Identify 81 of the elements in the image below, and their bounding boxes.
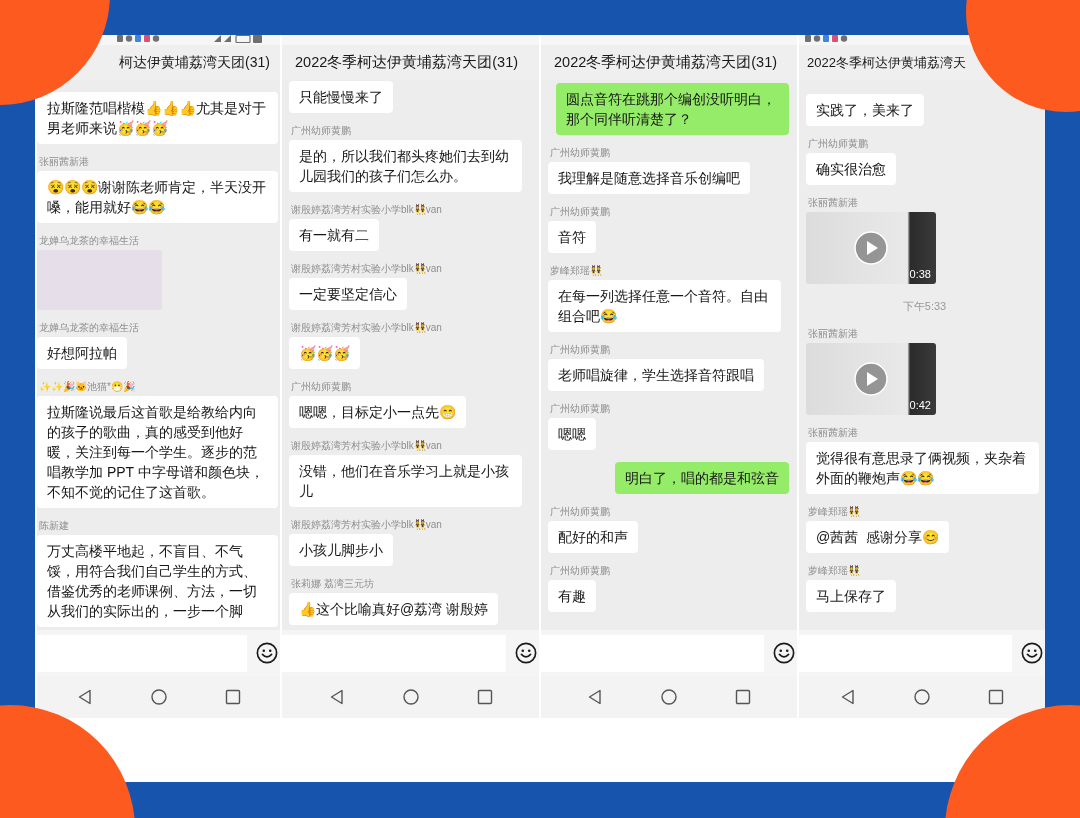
video-thumbnail[interactable]: 0:42 [806,343,936,415]
sender-name: 龙婵乌龙茶的幸福生活 [39,322,139,334]
timestamp: 下午5:33 [902,298,947,314]
message-bubble: 没错，他们在音乐学习上就是小孩儿 [289,455,522,507]
chat-title: 2022冬季柯达伊黄埔荔湾天 [807,53,966,72]
message-bubble: 一定要坚定信心 [289,278,407,310]
sender-name: 张丽茜新港 [808,328,858,340]
recents-icon[interactable] [476,689,493,705]
sender-name: ✨✨🎉🐱池猫*😷🎉 [39,381,135,393]
sent-message-bubble: 明白了，唱的都是和弦音 [615,462,789,494]
message-bubble: 嗯嗯，目标定小一点先😁 [289,396,466,428]
home-icon[interactable] [150,689,167,705]
message-bubble: 确实很治愈 [806,153,896,185]
recents-icon[interactable] [224,689,241,705]
sender-name: 龙婵乌龙茶的幸福生活 [39,235,139,247]
sender-name: 广州幼师黄鹏 [550,206,610,218]
message-bubble: 有趣 [548,580,596,612]
message-bubble: 好想阿拉帕 [37,337,127,369]
home-icon[interactable] [661,689,677,705]
sender-name: 萝峰郑瑶👯 [808,565,860,577]
message-bubble: 嗯嗯 [548,418,596,450]
sender-name: 萝峰郑瑶👯 [550,265,602,277]
sender-name: 广州幼师黄鹏 [550,147,610,159]
video-duration: 0:38 [909,268,931,281]
message-bubble: 是的，所以我们都头疼她们去到幼儿园我们的孩子们怎么办。 [289,140,522,192]
chat-title: 柯达伊黄埔荔湾天团(31) [119,53,270,72]
message-bubble: 实践了，美来了 [806,94,924,126]
message-bubble: 拉斯隆范唱楷模👍👍👍尤其是对于男老师来说🥳🥳🥳 [37,92,278,144]
emoji-icon[interactable] [773,642,795,664]
play-icon[interactable] [854,362,888,396]
play-icon[interactable] [854,231,888,265]
sender-name: 张丽茜新港 [808,427,858,439]
sender-name: 陈新建 [39,520,69,532]
emoji-icon[interactable] [1021,642,1043,664]
sender-name: 张莉娜 荔湾三元坊 [291,578,374,590]
back-icon[interactable] [328,689,345,705]
sender-name: 谢殷婷荔湾芳村实验小学blk👯van [291,322,442,334]
sender-name: 谢殷婷荔湾芳村实验小学blk👯van [291,204,442,216]
message-bubble: 觉得很有意思录了俩视频，夹杂着外面的鞭炮声😂😂 [806,442,1039,494]
message-bubble: 音符 [548,221,596,253]
sender-name: 广州幼师黄鹏 [291,381,351,393]
message-bubble: @茜茜 感谢分享😊 [806,521,949,553]
sender-name: 谢殷婷荔湾芳村实验小学blk👯van [291,263,442,275]
message-bubble: 只能慢慢来了 [289,81,393,113]
chat-title: 2022冬季柯达伊黄埔荔湾天团(31) [554,53,778,72]
message-bubble: 在每一列选择任意一个音符。自由组合吧😂 [548,280,781,332]
message-bubble: 配好的和声 [548,521,638,553]
sender-name: 广州幼师黄鹏 [550,506,610,518]
sender-name: 广州幼师黄鹏 [550,565,610,577]
sender-name: 广州幼师黄鹏 [550,403,610,415]
message-bubble: 👍这个比喻真好@荔湾 谢殷婷 [289,593,499,625]
message-bubble: 拉斯隆说最后这首歌是给教给内向的孩子的歌曲，真的感受到他好暖，关注到每一个学生。逐步的范唱教学加 PPT 中字母谱和颜色块，不知不觉的记住了这首歌。 [37,396,278,508]
message-bubble: 🥳🥳🥳 [289,337,360,369]
back-icon[interactable] [587,689,603,705]
message-bubble: 马上保存了 [806,580,896,612]
sender-name: 萝峰郑瑶👯 [808,506,860,518]
sender-name: 谢殷婷荔湾芳村实验小学blk👯van [291,440,442,452]
recents-icon[interactable] [735,689,751,705]
message-bubble: 老师唱旋律，学生选择音符跟唱 [548,359,764,391]
message-bubble: 😵😵😵谢谢陈老师肯定，半天没开嗓，能用就好😂😂 [37,171,278,223]
home-icon[interactable] [402,689,419,705]
back-icon[interactable] [840,689,856,705]
sender-name: 广州幼师黄鹏 [291,125,351,137]
sender-name: 张丽茜新港 [808,197,858,209]
recents-icon[interactable] [988,689,1004,705]
emoji-icon[interactable] [256,642,278,664]
message-bubble: 我理解是随意选择音乐创编吧 [548,162,750,194]
message-bubble: 有一就有二 [289,219,379,251]
chat-title: 2022冬季柯达伊黄埔荔湾天团(31) [295,53,519,72]
emoji-icon[interactable] [515,642,537,664]
sender-name: 谢殷婷荔湾芳村实验小学blk👯van [291,519,442,531]
back-icon[interactable] [76,689,93,705]
message-bubble: 小孩儿脚步小 [289,534,393,566]
message-bubble: 万丈高楼平地起，不盲目、不气馁，用符合我们自己学生的方式、借鉴优秀的老师课例、方法，一切从我们的实际出的，一步一个脚 [37,535,278,627]
sender-name: 广州幼师黄鹏 [808,138,868,150]
home-icon[interactable] [914,689,930,705]
video-duration: 0:42 [909,399,931,412]
sender-name: 广州幼师黄鹏 [550,344,610,356]
video-thumbnail[interactable]: 0:38 [806,212,936,284]
sender-name: 张丽茜新港 [39,156,89,168]
sent-message-bubble: 圆点音符在跳那个编创没听明白，那个同伴听清楚了？ [556,83,789,135]
